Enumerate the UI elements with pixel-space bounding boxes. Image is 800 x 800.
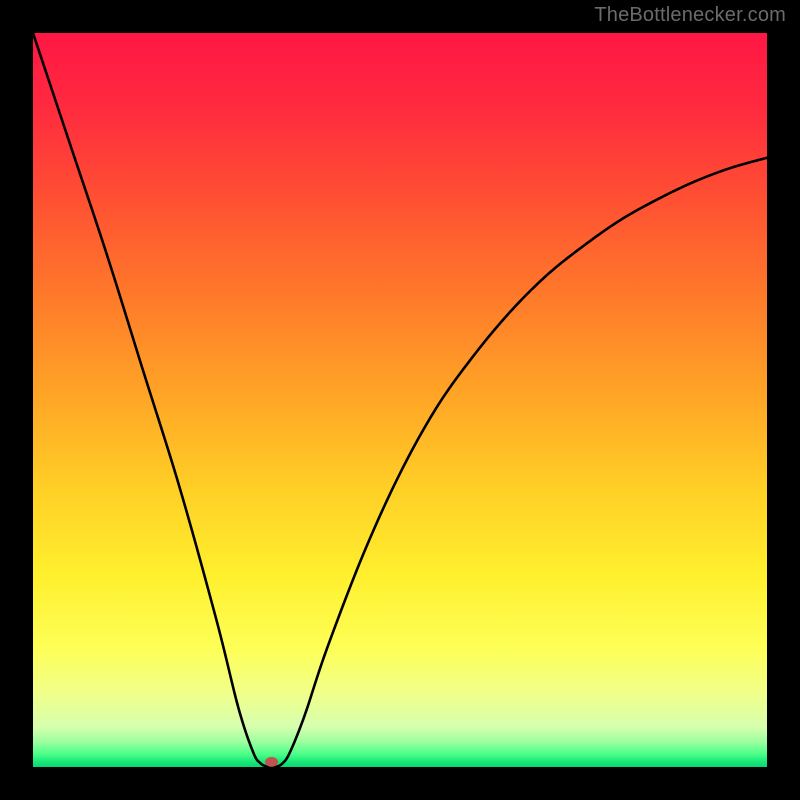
bottleneck-curve (33, 33, 767, 767)
plot-area (33, 33, 767, 767)
optimum-marker (265, 757, 278, 767)
chart-frame: TheBottlenecker.com (0, 0, 800, 800)
watermark-text: TheBottlenecker.com (594, 4, 786, 27)
